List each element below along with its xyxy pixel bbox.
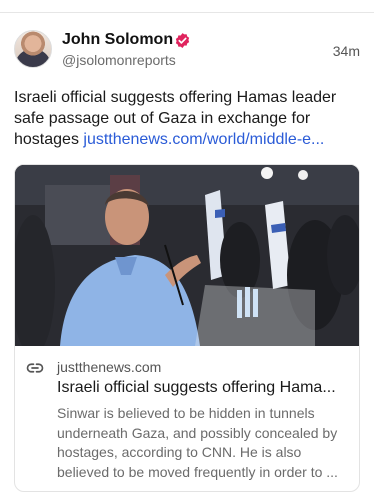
author-handle[interactable]: @jsolomonreports [62,52,176,68]
link-preview-body: justthenews.com Israeli official suggest… [15,346,359,491]
link-preview-card[interactable]: justthenews.com Israeli official suggest… [14,164,360,492]
link-description: Sinwar is believed to be hidden in tunne… [57,405,338,480]
link-icon [26,363,44,373]
post-body: Israeli official suggests offering Hamas… [14,87,360,150]
link-preview-image[interactable] [15,165,359,346]
verified-badge-icon [175,33,190,48]
post-timestamp[interactable]: 34m [333,43,360,59]
author-name[interactable]: John Solomon [62,31,173,49]
link-title[interactable]: Israeli official suggests offering Hama.… [57,379,355,397]
press-conference-photo [15,165,359,346]
post-header: John Solomon @jsolomonreports 34m [14,30,360,70]
avatar[interactable] [14,30,52,68]
link-domain: justthenews.com [57,359,162,375]
top-divider [0,12,374,13]
post-link[interactable]: justthenews.com/world/middle-e... [83,131,324,148]
